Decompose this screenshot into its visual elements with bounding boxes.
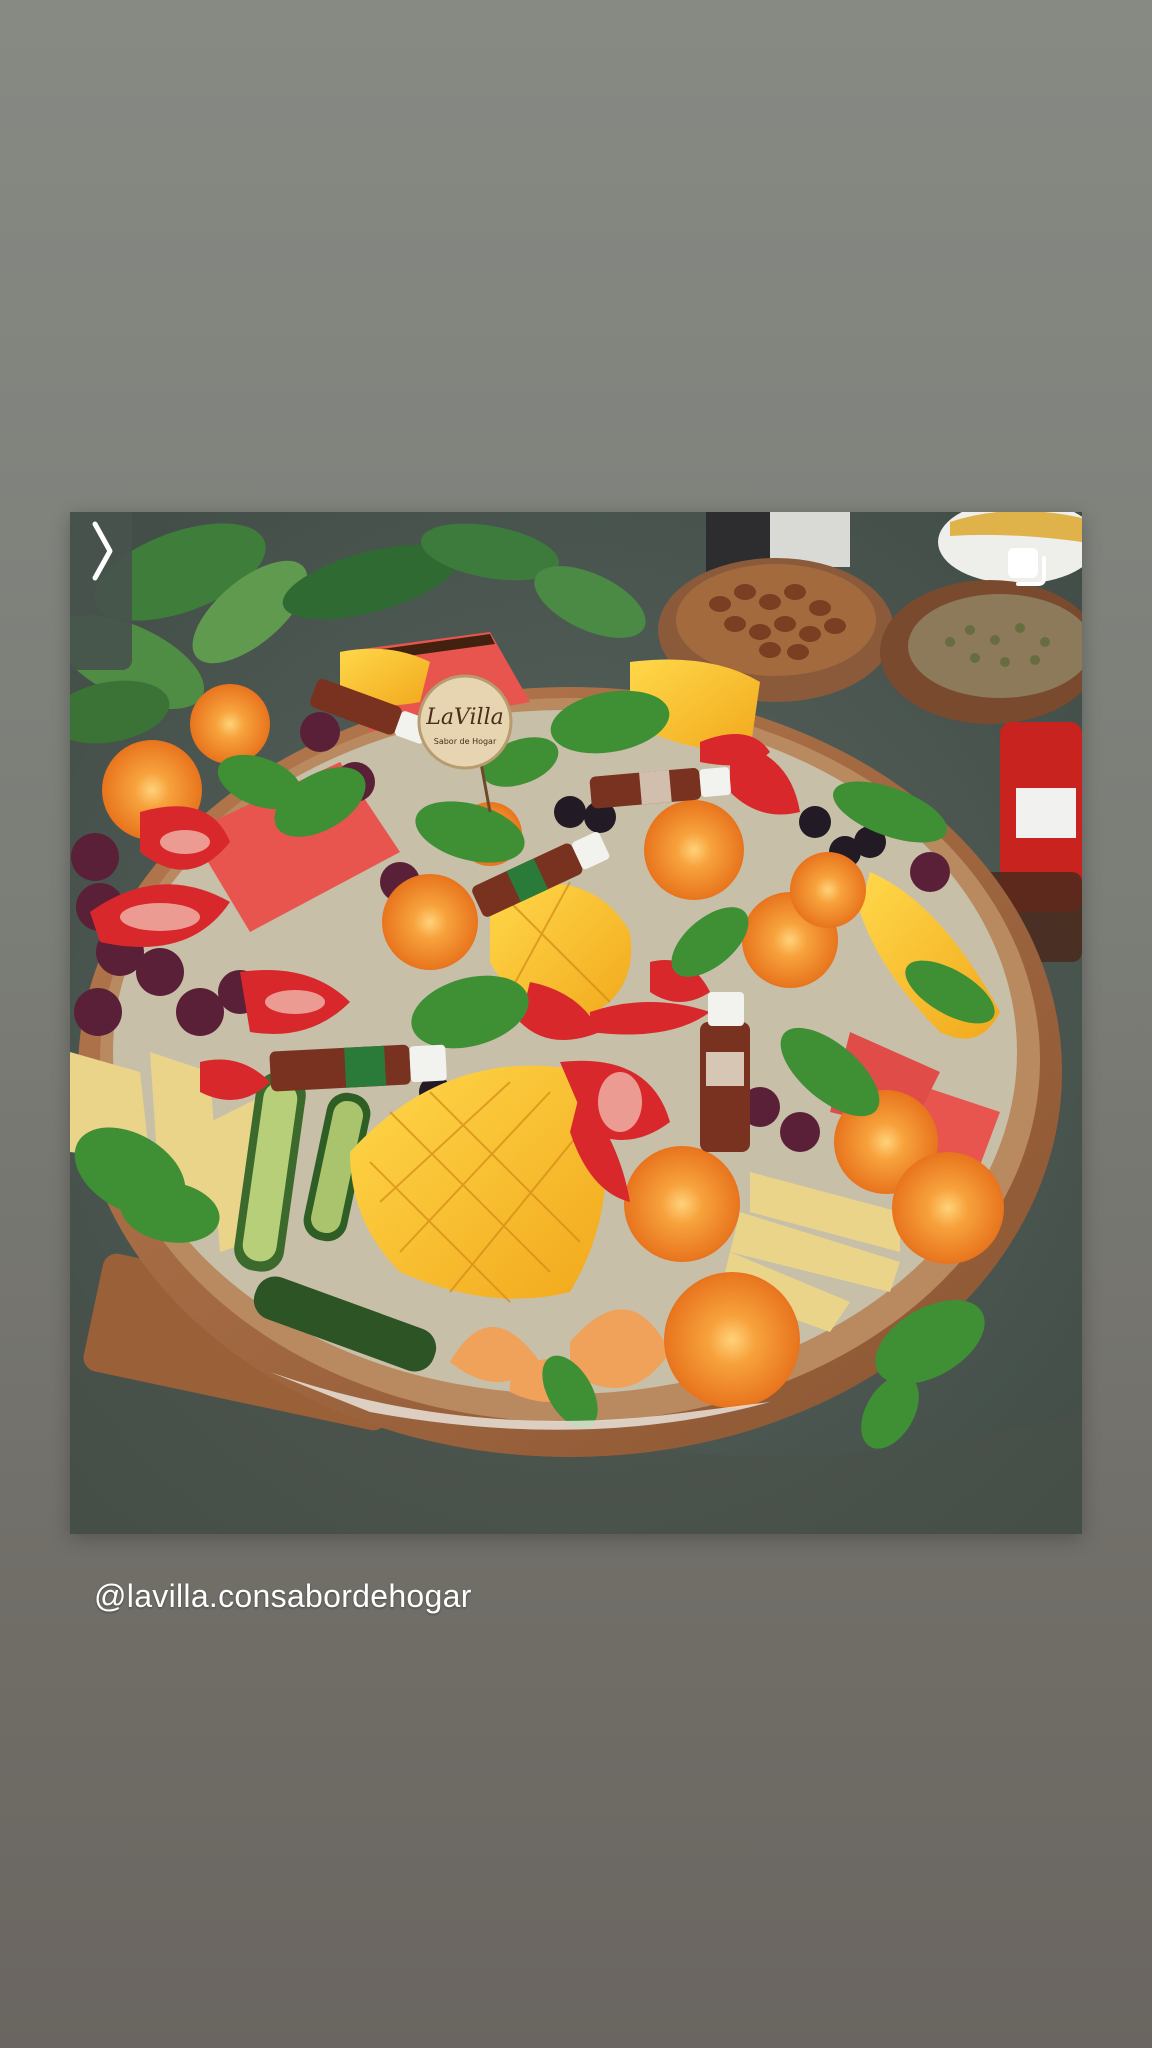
multiple-images-icon[interactable] — [1004, 544, 1052, 592]
mention-sticker[interactable]: @lavilla.consabordehogar — [94, 1578, 472, 1615]
chevron-right-icon — [92, 521, 113, 581]
nav-next-tab[interactable] — [70, 512, 132, 670]
shared-post-card[interactable]: LaVilla Sabor de Hogar — [70, 512, 1082, 1534]
sign-logo-text: LaVilla — [425, 705, 503, 730]
post-photo: LaVilla Sabor de Hogar — [70, 512, 1082, 1534]
sign-logo-subtext: Sabor de Hogar — [434, 737, 497, 746]
story-viewer: LaVilla Sabor de Hogar @lavilla.consabor… — [0, 0, 1152, 2048]
